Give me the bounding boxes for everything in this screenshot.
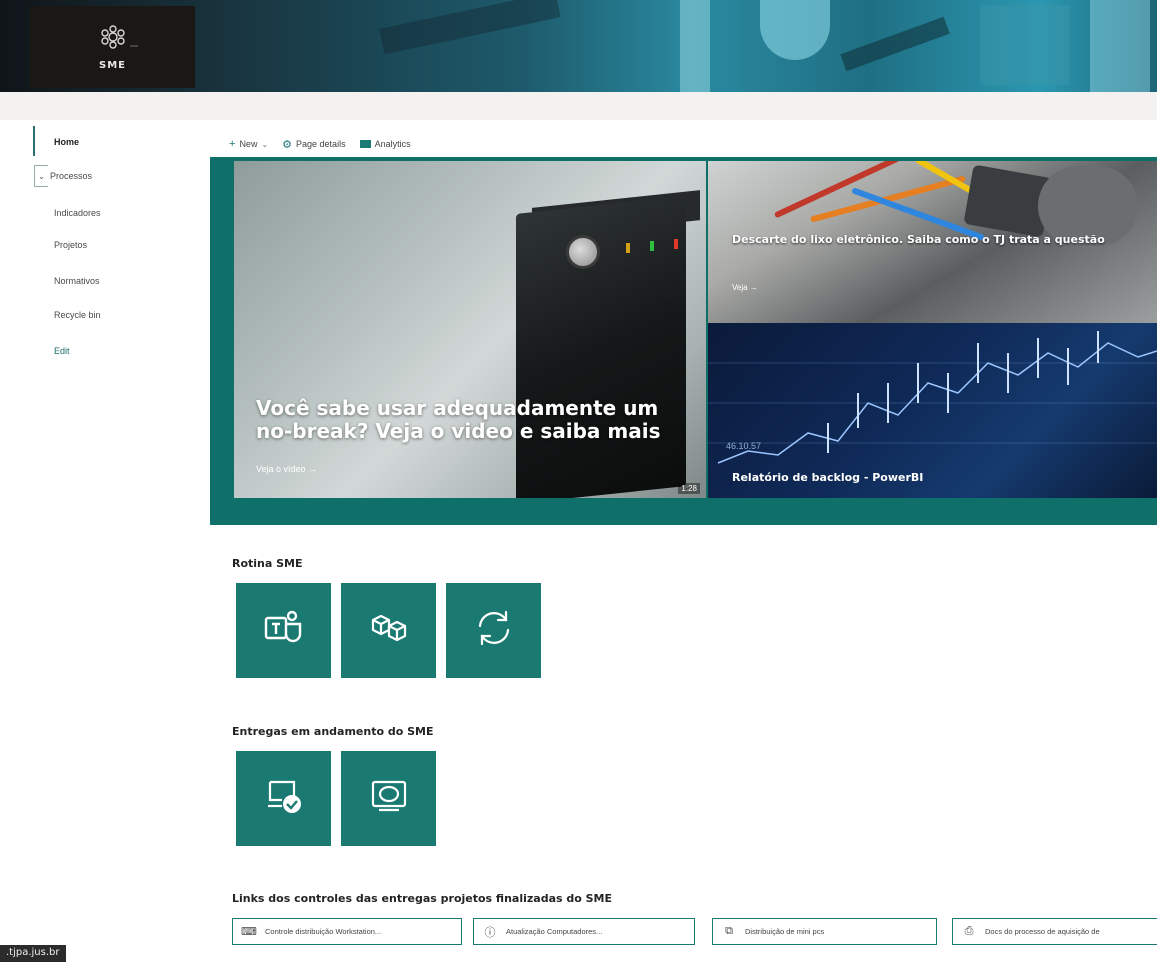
keyboard-icon: ⌨ bbox=[241, 926, 257, 938]
section-title-links: Links dos controles das entregas projeto… bbox=[232, 892, 613, 905]
chevron-down-icon: ⌄ bbox=[261, 139, 269, 149]
nobreak-led-red bbox=[674, 239, 678, 249]
page-details-label: Page details bbox=[296, 139, 346, 149]
hero-tile-ewaste[interactable]: Descarte do lixo eletrônico. Saiba como … bbox=[708, 161, 1157, 323]
link-chip-docs-aquisicao[interactable]: ⎙ Docs do processo de aquisição de bbox=[952, 918, 1157, 945]
hero-main-link[interactable]: Veja o vídeo → bbox=[256, 464, 317, 474]
nav-expand-chevron-icon[interactable]: ⌄ bbox=[34, 165, 48, 187]
quick-link-sync[interactable] bbox=[446, 583, 541, 678]
analytics-icon bbox=[359, 140, 371, 148]
link-chip-label: Atualização Computadores... bbox=[506, 927, 603, 936]
monitor-icon bbox=[367, 774, 411, 823]
hero-tile-backlog[interactable]: 46.10.57 Relatório de backlog - PowerBI bbox=[708, 323, 1157, 498]
chart-value-label: 46.10.57 bbox=[726, 441, 762, 451]
nobreak-power-button bbox=[566, 235, 600, 269]
nav-item-indicadores[interactable]: Indicadores bbox=[54, 208, 101, 218]
teams-icon bbox=[262, 606, 306, 655]
page-details-button[interactable]: ⚙ Page details bbox=[282, 138, 345, 151]
nav-item-normativos[interactable]: Normativos bbox=[54, 276, 100, 286]
quick-link-device-check[interactable] bbox=[236, 751, 331, 846]
analytics-label: Analytics bbox=[374, 139, 411, 149]
status-bar-url: .tjpa.jus.br bbox=[0, 945, 66, 962]
nobreak-led-yellow bbox=[626, 243, 630, 253]
nav-item-processos[interactable]: Processos bbox=[50, 171, 92, 181]
hero-main-title[interactable]: Você sabe usar adequadamente um no-break… bbox=[256, 397, 696, 443]
nav-selected-indicator bbox=[33, 126, 35, 156]
link-chip-label: Docs do processo de aquisição de bbox=[985, 927, 1100, 936]
video-duration: 1:28 bbox=[678, 483, 700, 494]
left-navigation: Home ⌄ Processos Indicadores Projetos No… bbox=[0, 120, 210, 962]
nav-item-projetos[interactable]: Projetos bbox=[54, 240, 87, 250]
header-sub-strip bbox=[0, 92, 1157, 120]
quick-link-monitor[interactable] bbox=[341, 751, 436, 846]
printer-icon: ⎙ bbox=[964, 925, 974, 937]
analytics-button[interactable]: Analytics bbox=[359, 139, 411, 149]
new-label: New bbox=[239, 139, 258, 149]
link-chip-label: Distribuição de mini pcs bbox=[745, 927, 825, 936]
hero-main-tile[interactable]: Você sabe usar adequadamente um no-break… bbox=[234, 161, 706, 498]
nav-item-recycle-bin[interactable]: Recycle bin bbox=[54, 310, 101, 320]
quick-link-boxes[interactable] bbox=[341, 583, 436, 678]
hero-web-part: Você sabe usar adequadamente um no-break… bbox=[210, 157, 1157, 525]
boxes-icon bbox=[367, 606, 411, 655]
site-header-banner: SME bbox=[0, 0, 1157, 92]
plus-icon: + bbox=[229, 138, 236, 150]
link-chip-mini-pcs[interactable]: ⧉ Distribuição de mini pcs bbox=[712, 918, 937, 945]
gear-icon: ⚙ bbox=[282, 138, 293, 151]
link-chip-workstation[interactable]: ⌨ Controle distribuição Workstation... bbox=[232, 918, 462, 945]
section-title-rotina: Rotina SME bbox=[232, 557, 303, 570]
hero-tile-ewaste-title[interactable]: Descarte do lixo eletrônico. Saiba como … bbox=[732, 233, 1132, 247]
command-bar: + New ⌄ ⚙ Page details Analytics bbox=[229, 137, 411, 151]
nav-item-home[interactable]: Home bbox=[54, 137, 79, 147]
info-icon: ⓘ bbox=[484, 926, 496, 939]
nobreak-device-image bbox=[516, 196, 686, 498]
hero-tile-backlog-title[interactable]: Relatório de backlog - PowerBI bbox=[732, 471, 923, 484]
link-chip-label: Controle distribuição Workstation... bbox=[265, 927, 382, 936]
nav-edit-link[interactable]: Edit bbox=[54, 346, 70, 356]
gear-emblem-icon bbox=[83, 23, 143, 58]
logo-separator bbox=[130, 45, 138, 47]
section-title-entregas: Entregas em andamento do SME bbox=[232, 725, 434, 738]
new-button[interactable]: + New ⌄ bbox=[229, 138, 268, 150]
sync-icon bbox=[472, 606, 516, 655]
site-logo[interactable]: SME bbox=[30, 6, 195, 88]
nobreak-led-green bbox=[650, 241, 654, 251]
copy-icon: ⧉ bbox=[725, 925, 733, 937]
site-logo-text: SME bbox=[99, 60, 126, 71]
link-chip-atualizacao[interactable]: ⓘ Atualização Computadores... bbox=[473, 918, 695, 945]
hero-tile-ewaste-link[interactable]: Veja → bbox=[732, 283, 758, 292]
device-check-icon bbox=[262, 774, 306, 823]
quick-link-teams[interactable] bbox=[236, 583, 331, 678]
